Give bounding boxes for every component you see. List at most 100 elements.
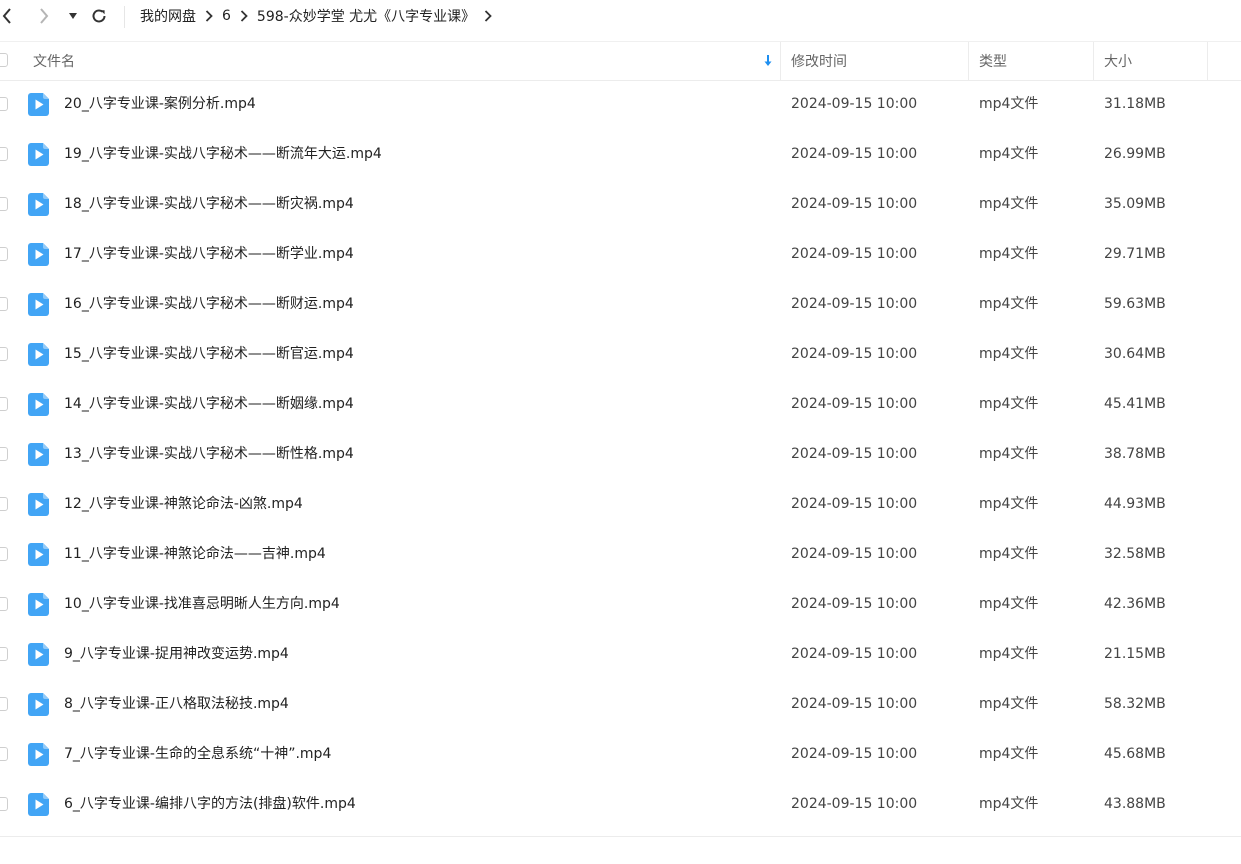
file-name[interactable]: 13_八字专业课-实战八字秘术——断性格.mp4 [64,429,354,479]
file-name[interactable]: 8_八字专业课-正八格取法秘技.mp4 [64,679,289,729]
file-size: 38.78MB [1104,446,1166,462]
file-row[interactable]: 17_八字专业课-实战八字秘术——断学业.mp4 2024-09-15 10:0… [0,229,1241,279]
file-name[interactable]: 17_八字专业课-实战八字秘术——断学业.mp4 [64,229,354,279]
file-modified-date: 2024-09-15 10:00 [791,446,918,462]
file-type: mp4文件 [979,146,1039,162]
video-file-icon [28,193,49,216]
row-checkbox[interactable] [0,347,8,361]
file-row[interactable]: 13_八字专业课-实战八字秘术——断性格.mp4 2024-09-15 10:0… [0,429,1241,479]
file-size: 30.64MB [1104,346,1166,362]
file-size: 59.63MB [1104,296,1166,312]
file-row[interactable]: 10_八字专业课-找准喜忌明晰人生方向.mp4 2024-09-15 10:00… [0,579,1241,629]
file-type: mp4文件 [979,96,1039,112]
chevron-right-icon[interactable] [475,6,501,26]
file-size: 35.09MB [1104,196,1166,212]
column-header-size[interactable]: 大小 [1104,42,1132,80]
video-file-icon [28,793,49,816]
file-name[interactable]: 20_八字专业课-案例分析.mp4 [64,79,256,129]
row-checkbox[interactable] [0,147,8,161]
file-name[interactable]: 18_八字专业课-实战八字秘术——断灾祸.mp4 [64,179,354,229]
file-name[interactable]: 15_八字专业课-实战八字秘术——断官运.mp4 [64,329,354,379]
column-header-type[interactable]: 类型 [979,42,1007,80]
refresh-button[interactable] [90,6,108,26]
select-all-checkbox[interactable] [0,53,8,67]
column-header-modified[interactable]: 修改时间 [791,42,847,80]
file-row[interactable]: 18_八字专业课-实战八字秘术——断灾祸.mp4 2024-09-15 10:0… [0,179,1241,229]
list-bottom-divider [0,836,1241,837]
file-row[interactable]: 9_八字专业课-捉用神改变运势.mp4 2024-09-15 10:00 mp4… [0,629,1241,679]
column-divider[interactable] [968,42,969,80]
history-dropdown-button[interactable] [66,6,80,26]
file-row[interactable]: 12_八字专业课-神煞论命法-凶煞.mp4 2024-09-15 10:00 m… [0,479,1241,529]
column-divider[interactable] [780,42,781,80]
sort-descending-icon[interactable] [761,42,775,80]
file-row[interactable]: 15_八字专业课-实战八字秘术——断官运.mp4 2024-09-15 10:0… [0,329,1241,379]
file-size: 58.32MB [1104,696,1166,712]
file-row[interactable]: 7_八字专业课-生命的全息系统“十神”.mp4 2024-09-15 10:00… [0,729,1241,779]
file-type: mp4文件 [979,596,1039,612]
file-size: 43.88MB [1104,796,1166,812]
breadcrumb-item-current[interactable]: 598-众妙学堂 尤尤《八字专业课》 [257,6,475,26]
file-name[interactable]: 12_八字专业课-神煞论命法-凶煞.mp4 [64,479,303,529]
breadcrumb-item-root[interactable]: 我的网盘 [140,6,196,26]
file-row[interactable]: 16_八字专业课-实战八字秘术——断财运.mp4 2024-09-15 10:0… [0,279,1241,329]
file-modified-date: 2024-09-15 10:00 [791,396,918,412]
file-name[interactable]: 16_八字专业课-实战八字秘术——断财运.mp4 [64,279,354,329]
row-checkbox[interactable] [0,697,8,711]
file-row[interactable]: 20_八字专业课-案例分析.mp4 2024-09-15 10:00 mp4文件… [0,79,1241,129]
file-name[interactable]: 14_八字专业课-实战八字秘术——断姻缘.mp4 [64,379,354,429]
file-modified-date: 2024-09-15 10:00 [791,596,918,612]
row-checkbox[interactable] [0,797,8,811]
file-name[interactable]: 6_八字专业课-编排八字的方法(排盘)软件.mp4 [64,779,356,829]
file-name[interactable]: 11_八字专业课-神煞论命法——吉神.mp4 [64,529,326,579]
file-name[interactable]: 9_八字专业课-捉用神改变运势.mp4 [64,629,289,679]
row-checkbox[interactable] [0,297,8,311]
file-name[interactable]: 19_八字专业课-实战八字秘术——断流年大运.mp4 [64,129,382,179]
file-size: 29.71MB [1104,246,1166,262]
chevron-right-icon [40,8,49,24]
file-size: 21.15MB [1104,646,1166,662]
file-size: 45.68MB [1104,746,1166,762]
file-modified-date: 2024-09-15 10:00 [791,346,918,362]
forward-button[interactable] [36,6,52,26]
row-checkbox[interactable] [0,447,8,461]
file-type: mp4文件 [979,396,1039,412]
row-checkbox[interactable] [0,597,8,611]
chevron-right-icon [231,6,257,26]
video-file-icon [28,143,49,166]
file-name[interactable]: 7_八字专业课-生命的全息系统“十神”.mp4 [64,729,331,779]
row-checkbox[interactable] [0,397,8,411]
video-file-icon [28,593,49,616]
file-type: mp4文件 [979,196,1039,212]
file-row[interactable]: 14_八字专业课-实战八字秘术——断姻缘.mp4 2024-09-15 10:0… [0,379,1241,429]
file-type: mp4文件 [979,546,1039,562]
row-checkbox[interactable] [0,247,8,261]
row-checkbox[interactable] [0,197,8,211]
file-modified-date: 2024-09-15 10:00 [791,546,918,562]
breadcrumb: 我的网盘 6 598-众妙学堂 尤尤《八字专业课》 [140,6,501,26]
column-divider[interactable] [1093,42,1094,80]
video-file-icon [28,93,49,116]
column-header-name[interactable]: 文件名 [33,42,75,80]
row-checkbox[interactable] [0,747,8,761]
video-file-icon [28,743,49,766]
column-divider[interactable] [1207,42,1208,80]
breadcrumb-item-folder-6[interactable]: 6 [222,8,231,24]
file-name[interactable]: 10_八字专业课-找准喜忌明晰人生方向.mp4 [64,579,340,629]
row-checkbox[interactable] [0,547,8,561]
row-checkbox[interactable] [0,647,8,661]
video-file-icon [28,393,49,416]
file-row[interactable]: 19_八字专业课-实战八字秘术——断流年大运.mp4 2024-09-15 10… [0,129,1241,179]
video-file-icon [28,543,49,566]
row-checkbox[interactable] [0,97,8,111]
file-modified-date: 2024-09-15 10:00 [791,746,918,762]
back-button[interactable] [0,6,14,26]
file-type: mp4文件 [979,746,1039,762]
row-checkbox[interactable] [0,497,8,511]
file-row[interactable]: 6_八字专业课-编排八字的方法(排盘)软件.mp4 2024-09-15 10:… [0,779,1241,829]
file-list-header: 文件名 修改时间 类型 大小 [0,41,1241,81]
file-modified-date: 2024-09-15 10:00 [791,96,918,112]
file-size: 26.99MB [1104,146,1166,162]
file-row[interactable]: 11_八字专业课-神煞论命法——吉神.mp4 2024-09-15 10:00 … [0,529,1241,579]
file-row[interactable]: 8_八字专业课-正八格取法秘技.mp4 2024-09-15 10:00 mp4… [0,679,1241,729]
